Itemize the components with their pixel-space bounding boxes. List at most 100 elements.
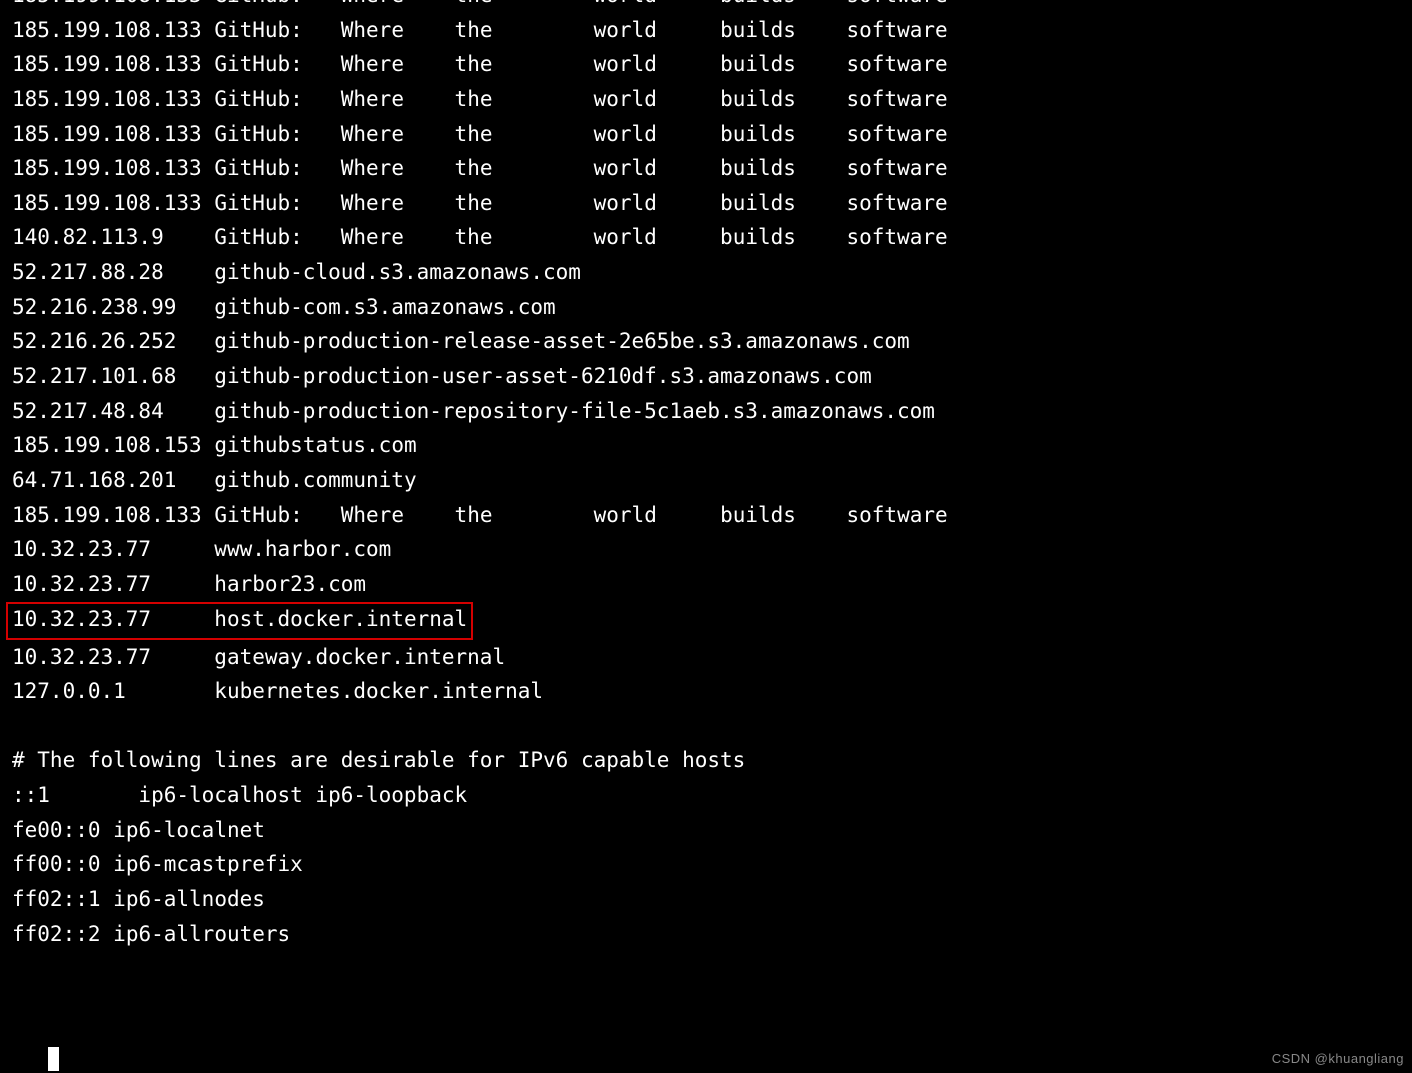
hosts-line: 185.199.108.153 githubstatus.com — [12, 428, 1400, 463]
hosts-line: ff00::0 ip6-mcastprefix — [12, 847, 1400, 882]
gh-word: software — [847, 0, 948, 13]
ip-address: 52.217.88.28 — [12, 255, 202, 290]
hosts-line: 127.0.0.1 kubernetes.docker.internal — [12, 674, 1400, 709]
ip-address: 52.216.238.99 — [12, 290, 202, 325]
gh-word: the — [455, 186, 581, 221]
hostname: www.harbor.com — [214, 537, 391, 561]
ip-address: ::1 — [12, 778, 88, 813]
gh-word: GitHub: — [214, 186, 328, 221]
hosts-line: 52.217.48.84 github-production-repositor… — [12, 394, 1400, 429]
hostname: github-production-release-asset-2e65be.s… — [214, 329, 909, 353]
hosts-line: 10.32.23.77 www.harbor.com — [12, 532, 1400, 567]
gh-word: GitHub: — [214, 0, 328, 13]
ip-address: 185.199.108.133 — [12, 13, 202, 48]
ip-address: ff02::2 — [12, 922, 101, 946]
gh-word: GitHub: — [214, 220, 328, 255]
hosts-line: 185.199.108.133 GitHub: Where the world … — [12, 151, 1400, 186]
ip-address: 185.199.108.133 — [12, 47, 202, 82]
ip-address: 185.199.108.153 — [12, 428, 202, 463]
ip-address: 52.217.101.68 — [12, 359, 202, 394]
gh-word: the — [455, 47, 581, 82]
ip-address: 127.0.0.1 — [12, 674, 202, 709]
gh-word: GitHub: — [214, 82, 328, 117]
ip-address: 185.199.108.133 — [12, 186, 202, 221]
gh-word: world — [594, 186, 708, 221]
gh-word: builds — [720, 151, 834, 186]
ip-address: 64.71.168.201 — [12, 463, 202, 498]
gh-word: Where — [341, 0, 442, 13]
gh-word: builds — [720, 498, 834, 533]
gh-word: Where — [341, 13, 442, 48]
hostname: host.docker.internal — [214, 607, 467, 631]
ip-address: 185.199.108.133 — [12, 151, 202, 186]
gh-word: software — [847, 47, 948, 82]
hosts-line: 64.71.168.201 github.community — [12, 463, 1400, 498]
gh-word: GitHub: — [214, 117, 328, 152]
gh-word: software — [847, 117, 948, 152]
gh-word: the — [455, 13, 581, 48]
hostname: github-production-repository-file-5c1aeb… — [214, 399, 935, 423]
gh-word: GitHub: — [214, 151, 328, 186]
ip-address: 10.32.23.77 — [12, 604, 202, 634]
gh-word: builds — [720, 220, 834, 255]
gh-word: world — [594, 13, 708, 48]
gh-word: Where — [341, 117, 442, 152]
gh-word: the — [455, 151, 581, 186]
hostname: harbor23.com — [214, 572, 366, 596]
gh-word: world — [594, 117, 708, 152]
gh-word: Where — [341, 220, 442, 255]
hostname: github-cloud.s3.amazonaws.com — [214, 260, 581, 284]
hostname: ip6-localhost ip6-loopback — [138, 783, 467, 807]
gh-word: GitHub: — [214, 13, 328, 48]
hosts-line: 185.199.108.133 GitHub: Where the world … — [12, 117, 1400, 152]
gh-word: GitHub: — [214, 47, 328, 82]
gh-word: builds — [720, 186, 834, 221]
ip-address: 185.199.108.133 — [12, 498, 202, 533]
hosts-line: 185.199.108.133 GitHub: Where the world … — [12, 498, 1400, 533]
gh-word: Where — [341, 47, 442, 82]
hosts-line: ff02::1 ip6-allnodes — [12, 882, 1400, 917]
hosts-line: 185.199.108.133 GitHub: Where the world … — [12, 186, 1400, 221]
hosts-line: 140.82.113.9 GitHub: Where the world bui… — [12, 220, 1400, 255]
hosts-line: 185.199.108.133 GitHub: Where the world … — [12, 82, 1400, 117]
hostname: kubernetes.docker.internal — [214, 679, 543, 703]
hosts-line: 52.217.101.68 github-production-user-ass… — [12, 359, 1400, 394]
gh-word: GitHub: — [214, 498, 328, 533]
gh-word: software — [847, 151, 948, 186]
gh-word: world — [594, 220, 708, 255]
hostname: github-com.s3.amazonaws.com — [214, 295, 555, 319]
terminal-cursor — [48, 1047, 59, 1071]
gh-word: the — [455, 498, 581, 533]
highlighted-line: 10.32.23.77 host.docker.internal — [6, 602, 473, 640]
gh-word: builds — [720, 82, 834, 117]
hostname: ip6-mcastprefix — [113, 852, 303, 876]
ip-address: 10.32.23.77 — [12, 640, 202, 675]
ip-address: 185.199.108.133 — [12, 117, 202, 152]
gh-word: the — [455, 82, 581, 117]
gh-word: world — [594, 0, 708, 13]
gh-word: builds — [720, 0, 834, 13]
gh-word: world — [594, 47, 708, 82]
gh-word: builds — [720, 117, 834, 152]
gh-word: Where — [341, 151, 442, 186]
hosts-line: 52.216.238.99 github-com.s3.amazonaws.co… — [12, 290, 1400, 325]
watermark: CSDN @khuangliang — [1272, 1048, 1404, 1069]
hostname: githubstatus.com — [214, 433, 416, 457]
ip-address: 10.32.23.77 — [12, 567, 202, 602]
hosts-line: 52.217.88.28 github-cloud.s3.amazonaws.c… — [12, 255, 1400, 290]
hosts-line: ff02::2 ip6-allrouters — [12, 917, 1400, 952]
hosts-line: 52.216.26.252 github-production-release-… — [12, 324, 1400, 359]
gh-word: Where — [341, 82, 442, 117]
ip-address: 185.199.108.133 — [12, 82, 202, 117]
terminal-output: 185.199.108.133 GitHub: Where the world … — [0, 0, 1412, 951]
comment-line: # The following lines are desirable for … — [12, 743, 1400, 778]
gh-word: world — [594, 82, 708, 117]
hostname: ip6-allrouters — [113, 922, 290, 946]
hosts-line: 10.32.23.77 gateway.docker.internal — [12, 640, 1400, 675]
gh-word: Where — [341, 498, 442, 533]
gh-word: software — [847, 186, 948, 221]
gh-word: the — [455, 0, 581, 13]
gh-word: software — [847, 498, 948, 533]
hosts-line: 10.32.23.77 host.docker.internal — [12, 602, 1400, 640]
ip-address: 10.32.23.77 — [12, 532, 202, 567]
